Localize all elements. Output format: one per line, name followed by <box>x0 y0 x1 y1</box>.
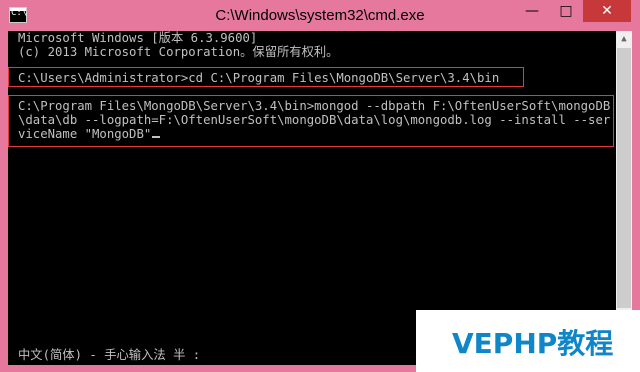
minimize-button[interactable]: — <box>515 0 549 22</box>
watermark-text: VEPHP教程 <box>452 327 614 360</box>
maximize-button[interactable]: □ <box>549 0 583 22</box>
scroll-thumb[interactable] <box>617 48 631 308</box>
ime-status-bar: 中文(简体) - 手心输入法 半 : <box>18 348 201 362</box>
watermark: VEPHP教程 <box>416 310 640 372</box>
scroll-up-arrow-icon[interactable]: ▲ <box>616 31 632 47</box>
close-button[interactable]: ✕ <box>583 0 631 22</box>
console-line: (c) 2013 Microsoft Corporation。保留所有权利。 <box>18 45 339 59</box>
cmd-window: C:\ C:\Windows\system32\cmd.exe — □ ✕ Mi… <box>0 0 640 372</box>
console-line: Microsoft Windows [版本 6.3.9600] <box>18 31 258 45</box>
highlight-cd-command <box>8 67 524 87</box>
title-bar[interactable]: C:\ C:\Windows\system32\cmd.exe — □ ✕ <box>0 0 640 32</box>
highlight-mongod-command <box>8 95 614 147</box>
